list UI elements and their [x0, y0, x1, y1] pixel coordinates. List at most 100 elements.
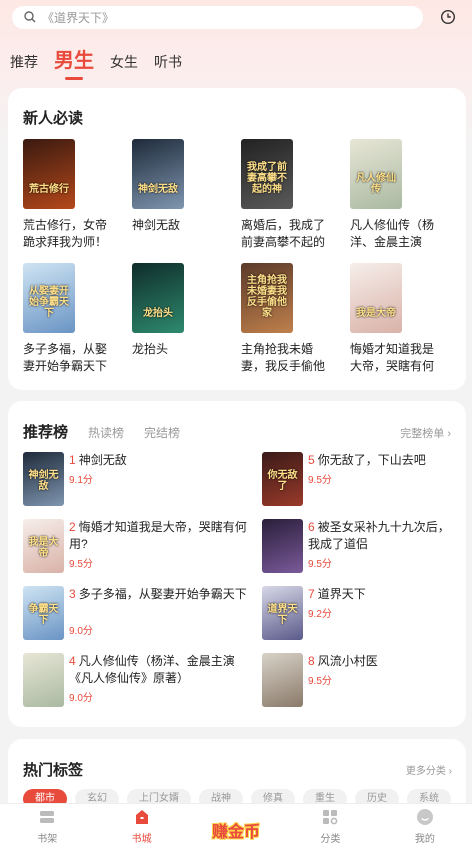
cover-title-art: 争霸天下 [28, 604, 59, 626]
ranking-title[interactable]: 推荐榜 [23, 421, 68, 442]
book-cover[interactable]: 神剑无敌 [132, 139, 184, 209]
channel-tabs: 推荐 男生 女生 听书 [10, 44, 198, 74]
tab-female[interactable]: 女生 [110, 50, 138, 74]
book-cover[interactable]: 道界天下 [262, 586, 303, 640]
book-cover[interactable]: 我成了前妻高攀不起的神 [241, 139, 293, 209]
book-cover[interactable]: 我是大帝 [23, 519, 64, 573]
book-title: 主角抢我未婚妻，我反手偷他家 [241, 342, 326, 373]
book-score: 9.5分 [308, 676, 332, 687]
book-cover[interactable]: 龙抬头 [132, 263, 184, 333]
book-name-text: 风流小村医 [317, 654, 378, 668]
ranking-item[interactable]: 你无敌了 5 你无敌了，下山去吧 9.5分 [262, 452, 453, 506]
book-card[interactable]: 荒古修行荒古修行，女帝跪求拜我为师！ [23, 139, 123, 251]
profile-icon [416, 809, 433, 825]
book-cover[interactable]: 你无敌了 [262, 452, 303, 506]
ranking-item[interactable]: 6 被圣女采补九十九次后，我成了道侣 9.5分 [262, 519, 453, 573]
book-card[interactable]: 凡人修仙传凡人修仙传（杨洋、金晨主演《凡人修… [350, 139, 450, 251]
bookstore-icon [135, 810, 148, 824]
ranking-book-name: 3 多子多福，从娶妻开始争霸天下 [69, 586, 249, 620]
cover-title-art: 龙抬头 [143, 308, 173, 319]
book-cover[interactable] [262, 519, 303, 573]
book-title: 神剑无敌 [132, 218, 181, 232]
search-input[interactable]: 《道界天下》 [12, 5, 423, 29]
cover-title-art: 从娶妻开始争霸天下 [29, 286, 69, 319]
ranking-info: 2 悔婚才知道我是大帝，哭瞎有何用? 9.5分 [69, 519, 249, 573]
ranking-item[interactable]: 争霸天下 3 多子多福，从娶妻开始争霸天下 9.0分 [23, 586, 262, 640]
ranking-info: 5 你无敌了，下山去吧 9.5分 [308, 452, 453, 506]
ranking-tab-finished[interactable]: 完结榜 [144, 424, 180, 441]
rank-number: 8 [308, 654, 315, 668]
book-card[interactable]: 神剑无敌 神剑无敌 [132, 139, 232, 251]
book-cover[interactable]: 从娶妻开始争霸天下 [23, 263, 75, 333]
book-cover[interactable]: 争霸天下 [23, 586, 64, 640]
ranking-book-name: 8 风流小村医 [308, 653, 453, 670]
book-card[interactable]: 我成了前妻高攀不起的神离婚后，我成了前妻高攀不起的神 [241, 139, 341, 251]
book-title: 悔婚才知道我是大帝，哭瞎有何用？ [350, 342, 435, 373]
book-name-text: 悔婚才知道我是大帝，哭瞎有何用? [69, 520, 247, 551]
ranking-info: 6 被圣女采补九十九次后，我成了道侣 9.5分 [308, 519, 453, 573]
ranking-book-name: 1 神剑无敌 [69, 452, 249, 469]
ranking-item[interactable]: 道界天下 7 道界天下 9.2分 [262, 586, 453, 640]
book-cover[interactable]: 荒古修行 [23, 139, 75, 209]
cover-title-art: 荒古修行 [29, 184, 69, 195]
book-card[interactable]: 龙抬头 龙抬头 [132, 263, 232, 375]
full-ranking-link[interactable]: 完整榜单 › [400, 425, 451, 441]
ranking-book-name: 5 你无敌了，下山去吧 [308, 452, 453, 469]
cover-title-art: 我是大帝 [356, 308, 396, 319]
cover-title-art: 你无敌了 [267, 470, 298, 492]
book-card[interactable]: 主角抢我未婚妻我反手偷他家主角抢我未婚妻，我反手偷他家 [241, 263, 341, 375]
new-reader-section: 新人必读 荒古修行 荒古修行，女帝跪求拜我为师！ 神剑无敌 神剑无敌 我成了前妻高攀不起… [8, 88, 466, 390]
book-score: 9.2分 [308, 609, 332, 620]
rank-number: 5 [308, 453, 315, 467]
nav-earn-coins[interactable]: 赚金币 [189, 804, 283, 850]
nav-label: 书城 [131, 834, 152, 845]
book-cover[interactable]: 我是大帝 [350, 263, 402, 333]
bookshelf-icon [40, 811, 55, 823]
tab-audiobook[interactable]: 听书 [154, 50, 182, 74]
ranking-info: 8 风流小村医 9.5分 [308, 653, 453, 707]
rank-number: 7 [308, 587, 315, 601]
book-cover[interactable]: 神剑无敌 [23, 452, 64, 506]
book-score: 9.5分 [308, 475, 332, 486]
nav-bookshelf[interactable]: 书架 [0, 804, 94, 850]
book-name-text: 神剑无敌 [78, 453, 127, 467]
book-score: 9.0分 [69, 693, 93, 704]
search-bar: 《道界天下》 [12, 5, 460, 29]
rank-number: 3 [69, 587, 76, 601]
history-clock-icon[interactable] [440, 9, 456, 25]
nav-category[interactable]: 分类 [283, 804, 377, 850]
nav-bookstore[interactable]: 书城 [94, 804, 188, 850]
book-card[interactable]: 从娶妻开始争霸天下 多子多福，从娶妻开始争霸天下 [23, 263, 123, 375]
book-cover[interactable] [262, 653, 303, 707]
more-categories-link[interactable]: 更多分类 › [406, 762, 452, 777]
book-name-text: 被圣女采补九十九次后，我成了道侣 [308, 520, 450, 551]
tab-recommend[interactable]: 推荐 [10, 50, 38, 74]
cover-title-art: 凡人修仙传 [356, 173, 396, 195]
ranking-item[interactable]: 8 风流小村医 9.5分 [262, 653, 453, 707]
category-icon [323, 810, 338, 825]
book-name-text: 你无敌了，下山去吧 [317, 453, 426, 467]
ranking-book-name: 6 被圣女采补九十九次后，我成了道侣 [308, 519, 453, 553]
nav-label: 我的 [414, 834, 435, 845]
book-score: 9.0分 [69, 626, 93, 637]
nav-profile[interactable]: 我的 [378, 804, 472, 850]
book-grid: 荒古修行 荒古修行，女帝跪求拜我为师！ 神剑无敌 神剑无敌 我成了前妻高攀不起的神 离婚后… [23, 139, 459, 375]
tab-male[interactable]: 男生 [54, 48, 94, 74]
book-title: 龙抬头 [132, 342, 169, 356]
ranking-book-name: 7 道界天下 [308, 586, 453, 603]
ranking-item[interactable]: 神剑无敌 1 神剑无敌 9.1分 [23, 452, 262, 506]
cover-title-art: 我成了前妻高攀不起的神 [247, 162, 287, 195]
book-cover[interactable] [23, 653, 64, 707]
book-card[interactable]: 我是大帝悔婚才知道我是大帝，哭瞎有何用？ [350, 263, 450, 375]
ranking-tab-hot[interactable]: 热读榜 [88, 424, 124, 441]
book-cover[interactable]: 主角抢我未婚妻我反手偷他家 [241, 263, 293, 333]
bottom-nav: 书架 书城 赚金币 分类 我的 [0, 803, 472, 850]
book-score: 9.5分 [308, 559, 332, 570]
ranking-item[interactable]: 4 凡人修仙传（杨洋、金晨主演《凡人修仙传》原著） 9.0分 [23, 653, 262, 707]
ranking-book-name: 2 悔婚才知道我是大帝，哭瞎有何用? [69, 519, 249, 553]
book-cover[interactable]: 凡人修仙传 [350, 139, 402, 209]
section-title: 新人必读 [23, 110, 84, 127]
ranking-item[interactable]: 我是大帝 2 悔婚才知道我是大帝，哭瞎有何用? 9.5分 [23, 519, 262, 573]
book-title: 荒古修行，女帝跪求拜我为师！ [23, 218, 108, 249]
earn-coins-icon: 赚金币 [212, 824, 261, 841]
